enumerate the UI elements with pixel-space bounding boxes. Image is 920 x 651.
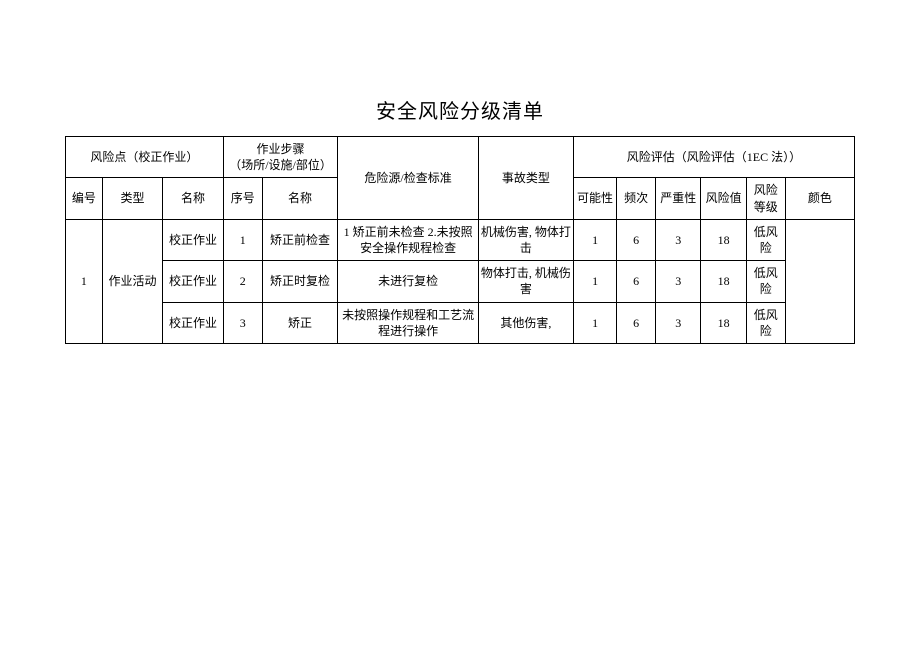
header-value: 风险值 [701, 178, 746, 219]
cell-possibility: 1 [573, 302, 616, 343]
cell-severity: 3 [656, 219, 701, 260]
cell-hazard: 未按照操作规程和工艺流程进行操作 [338, 302, 479, 343]
cell-frequency: 6 [617, 219, 656, 260]
table-body: 1 作业活动 校正作业 1 矫正前检查 1 矫正前未检查 2.未按照安全操作规程… [66, 219, 855, 343]
cell-step-name: 矫正 [262, 302, 338, 343]
table-row: 1 作业活动 校正作业 1 矫正前检查 1 矫正前未检查 2.未按照安全操作规程… [66, 219, 855, 260]
cell-accident: 机械伤害, 物体打击 [478, 219, 573, 260]
cell-rp-no: 1 [66, 219, 103, 343]
cell-severity: 3 [656, 261, 701, 302]
cell-rp-type: 作业活动 [102, 219, 163, 343]
header-rp-name: 名称 [163, 178, 224, 219]
header-accident: 事故类型 [478, 137, 573, 220]
cell-step-no: 2 [223, 261, 262, 302]
header-color: 颜色 [785, 178, 854, 219]
cell-value: 18 [701, 261, 746, 302]
cell-hazard: 1 矫正前未检查 2.未按照安全操作规程检查 [338, 219, 479, 260]
header-step-group: 作业步骤（场所/设施/部位） [223, 137, 338, 178]
risk-table: 风险点（校正作业） 作业步骤（场所/设施/部位） 危险源/检查标准 事故类型 风… [65, 136, 855, 344]
cell-step-name: 矫正前检查 [262, 219, 338, 260]
cell-frequency: 6 [617, 302, 656, 343]
cell-accident: 物体打击, 机械伤害 [478, 261, 573, 302]
cell-level: 低风险 [746, 261, 785, 302]
cell-severity: 3 [656, 302, 701, 343]
cell-possibility: 1 [573, 261, 616, 302]
header-frequency: 频次 [617, 178, 656, 219]
page-title: 安全风险分级清单 [0, 0, 920, 136]
header-severity: 严重性 [656, 178, 701, 219]
cell-rp-name: 校正作业 [163, 302, 224, 343]
header-possibility: 可能性 [573, 178, 616, 219]
header-step-name: 名称 [262, 178, 338, 219]
cell-accident: 其他伤害, [478, 302, 573, 343]
cell-step-name: 矫正时复检 [262, 261, 338, 302]
cell-value: 18 [701, 219, 746, 260]
cell-possibility: 1 [573, 219, 616, 260]
cell-step-no: 1 [223, 219, 262, 260]
header-level: 风险等级 [746, 178, 785, 219]
cell-rp-name: 校正作业 [163, 261, 224, 302]
table-header: 风险点（校正作业） 作业步骤（场所/设施/部位） 危险源/检查标准 事故类型 风… [66, 137, 855, 220]
header-assessment-group: 风险评估（风险评估（1EC 法）） [573, 137, 854, 178]
risk-table-container: 风险点（校正作业） 作业步骤（场所/设施/部位） 危险源/检查标准 事故类型 风… [65, 136, 855, 344]
cell-rp-name: 校正作业 [163, 219, 224, 260]
header-hazard: 危险源/检查标准 [338, 137, 479, 220]
table-row: 校正作业 3 矫正 未按照操作规程和工艺流程进行操作 其他伤害, 1 6 3 1… [66, 302, 855, 343]
cell-value: 18 [701, 302, 746, 343]
cell-level: 低风险 [746, 302, 785, 343]
cell-color [785, 219, 854, 343]
cell-level: 低风险 [746, 219, 785, 260]
table-row: 校正作业 2 矫正时复检 未进行复检 物体打击, 机械伤害 1 6 3 18 低… [66, 261, 855, 302]
header-risk-point-group: 风险点（校正作业） [66, 137, 224, 178]
header-rp-no: 编号 [66, 178, 103, 219]
header-rp-type: 类型 [102, 178, 163, 219]
cell-hazard: 未进行复检 [338, 261, 479, 302]
cell-frequency: 6 [617, 261, 656, 302]
cell-step-no: 3 [223, 302, 262, 343]
header-step-no: 序号 [223, 178, 262, 219]
